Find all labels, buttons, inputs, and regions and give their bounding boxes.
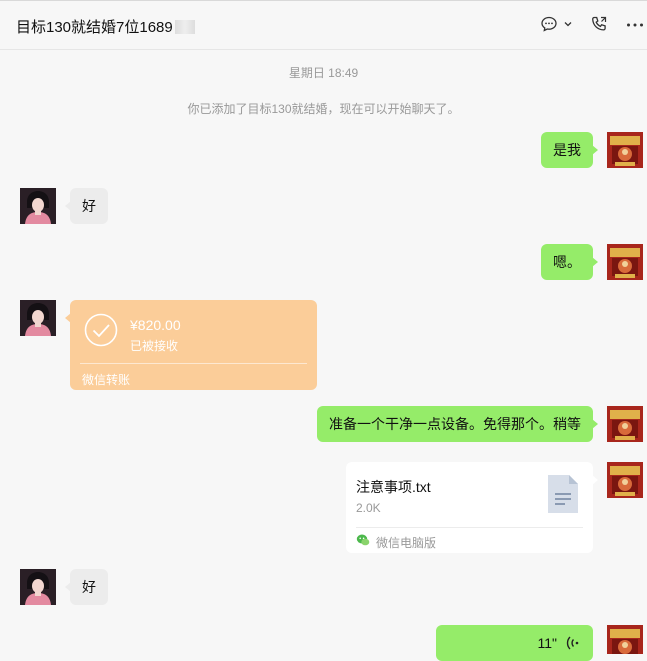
contact-avatar[interactable]: [20, 188, 56, 224]
file-card[interactable]: 注意事项.txt 2.0K 微信电脑版: [346, 462, 598, 553]
document-icon: [546, 473, 580, 520]
file-name: 注意事项.txt: [356, 479, 431, 495]
chat-bubble-icon[interactable]: [540, 15, 558, 33]
chat-header: 目标130就结婚7位1689: [0, 1, 647, 50]
message-timestamp: 星期日 18:49: [288, 66, 359, 80]
chat-title-text: 目标130就结婚7位1689: [16, 19, 173, 36]
chat-title: 目标130就结婚7位1689: [16, 16, 195, 37]
my-avatar[interactable]: [607, 406, 643, 442]
message-bubble-other[interactable]: 好: [65, 188, 108, 224]
my-avatar[interactable]: [607, 244, 643, 280]
message-bubble-me[interactable]: 是我: [541, 132, 598, 168]
message-bubble-me[interactable]: 准备一个干净一点设备。免得那个。稍等: [317, 406, 598, 442]
chevron-down-icon[interactable]: [563, 20, 573, 28]
contact-avatar[interactable]: [20, 300, 56, 336]
more-icon[interactable]: [626, 22, 644, 28]
checkmark-circle-icon: [84, 313, 118, 352]
divider: [80, 363, 307, 364]
my-avatar[interactable]: [607, 625, 643, 654]
file-size: 2.0K: [356, 501, 381, 515]
file-source: 微信电脑版: [376, 536, 437, 550]
phone-icon[interactable]: [590, 15, 608, 33]
voice-message[interactable]: 11": [436, 625, 593, 661]
divider: [356, 527, 583, 528]
message-bubble-me[interactable]: 嗯。: [541, 244, 598, 280]
contact-avatar[interactable]: [20, 569, 56, 605]
system-message: 你已添加了目标130就结婚，现在可以开始聊天了。: [187, 102, 460, 116]
transfer-status: 已被接收: [130, 339, 179, 353]
transfer-amount: ¥820.00: [130, 317, 181, 333]
message-bubble-other[interactable]: 好: [65, 569, 108, 605]
voice-duration: 11": [537, 635, 557, 651]
my-avatar[interactable]: [607, 132, 643, 168]
transfer-footer: 微信转账: [82, 373, 131, 387]
voice-wave-icon: [566, 635, 580, 654]
my-avatar[interactable]: [607, 462, 643, 498]
transfer-card[interactable]: ¥820.00 已被接收 微信转账: [65, 300, 317, 390]
wechat-pc-icon: [356, 533, 370, 552]
redacted-mask: [174, 20, 195, 34]
